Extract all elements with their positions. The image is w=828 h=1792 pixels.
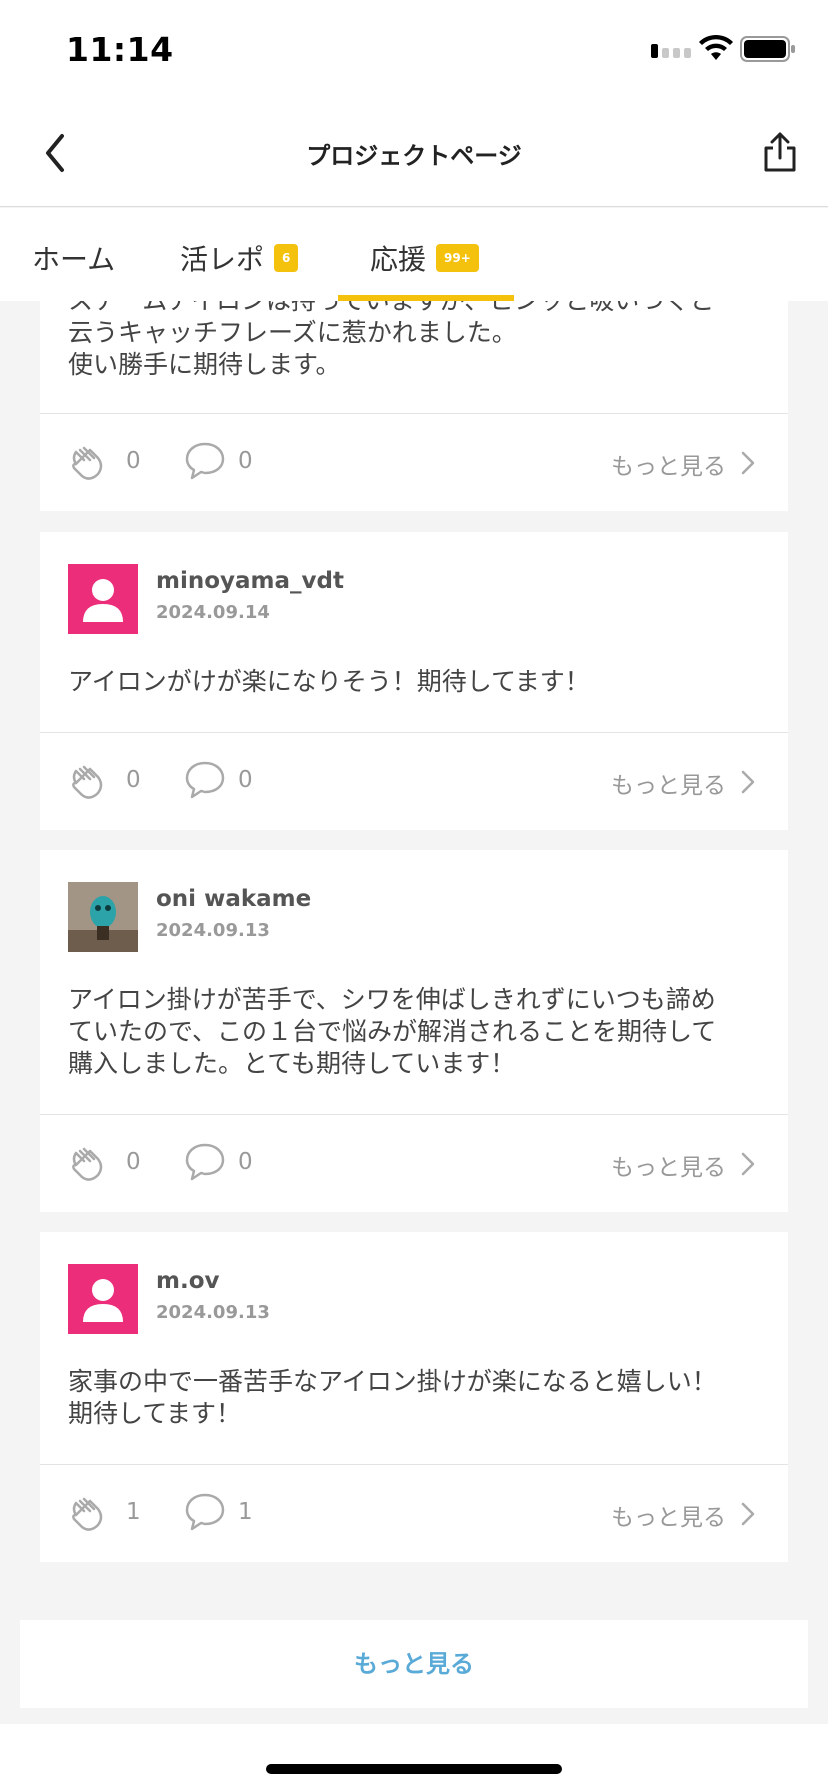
default-user-icon	[83, 1279, 123, 1322]
clap-count: 1	[126, 1499, 141, 1525]
post-date: 2024.09.14	[156, 602, 270, 623]
avatar[interactable]	[68, 1264, 138, 1334]
share-icon[interactable]	[760, 130, 800, 174]
default-user-icon	[83, 579, 123, 622]
card-actions: 0 0 もっと見る	[40, 732, 788, 830]
card-actions: 0 0 もっと見る	[40, 1114, 788, 1212]
chevron-right-icon	[741, 1152, 755, 1176]
wifi-icon	[699, 34, 733, 60]
clap-count: 0	[126, 448, 141, 474]
support-card: スチームアイロンは持っていますが、ピンッと吸いつくと 云うキャッチフレーズに惹か…	[40, 301, 788, 511]
tab-reports[interactable]: 活レポ 6	[180, 238, 299, 278]
clap-icon[interactable]	[68, 1493, 108, 1533]
comment-count: 0	[238, 1149, 253, 1175]
tab-bar: ホーム 活レポ 6 応援 99+	[0, 208, 828, 301]
more-link[interactable]: もっと見る	[611, 1148, 726, 1182]
avatar[interactable]	[68, 882, 138, 952]
tab-support-label: 応援	[370, 243, 427, 276]
more-link[interactable]: もっと見る	[611, 1498, 726, 1532]
user-name[interactable]: oni wakame	[156, 886, 311, 912]
post-date: 2024.09.13	[156, 920, 270, 941]
user-photo-icon	[68, 882, 138, 952]
tab-support-badge: 99+	[436, 244, 479, 272]
chevron-right-icon	[741, 1502, 755, 1526]
comment-bubble-icon[interactable]	[184, 760, 226, 800]
support-comment: 家事の中で一番苦手なアイロン掛けが楽になると嬉しい！ 期待してます！	[68, 1367, 717, 1428]
status-time: 11:14	[66, 30, 174, 69]
clap-icon[interactable]	[68, 1143, 108, 1183]
support-comment: アイロン掛けが苦手で、シワを伸ばしきれずにいつも諦め ていたので、この１台で悩み…	[68, 985, 717, 1078]
clap-icon[interactable]	[68, 761, 108, 801]
support-comment: スチームアイロンは持っていますが、ピンッと吸いつくと 云うキャッチフレーズに惹か…	[68, 301, 714, 379]
cellular-signal-icon	[651, 44, 691, 58]
card-author: oni wakame 2024.09.13	[40, 850, 788, 960]
load-more-button[interactable]: もっと見る	[20, 1620, 808, 1708]
support-list[interactable]: スチームアイロンは持っていますが、ピンッと吸いつくと 云うキャッチフレーズに惹か…	[0, 301, 828, 1724]
clap-icon[interactable]	[68, 442, 108, 482]
page-title: プロジェクトページ	[306, 142, 522, 170]
tab-home[interactable]: ホーム	[32, 238, 115, 278]
avatar[interactable]	[68, 564, 138, 634]
home-indicator[interactable]	[266, 1764, 562, 1774]
tab-support[interactable]: 応援 99+	[370, 238, 479, 278]
more-link[interactable]: もっと見る	[611, 447, 726, 481]
comment-count: 0	[238, 767, 253, 793]
navigation-bar: プロジェクトページ	[0, 100, 828, 207]
tab-reports-label: 活レポ	[180, 243, 265, 276]
clap-count: 0	[126, 767, 141, 793]
comment-bubble-icon[interactable]	[184, 441, 226, 481]
comment-bubble-icon[interactable]	[184, 1492, 226, 1532]
clap-count: 0	[126, 1149, 141, 1175]
status-bar: 11:14	[0, 0, 828, 100]
chevron-right-icon	[741, 770, 755, 794]
support-comment: アイロンがけが楽になりそう！期待してます！	[68, 667, 590, 696]
card-actions: 1 1 もっと見る	[40, 1464, 788, 1562]
comment-count: 0	[238, 448, 253, 474]
support-card: m.ov 2024.09.13 家事の中で一番苦手なアイロン掛けが楽になると嬉し…	[40, 1232, 788, 1562]
tab-home-label: ホーム	[32, 243, 116, 276]
battery-icon	[740, 36, 795, 62]
home-indicator-area	[0, 1724, 828, 1792]
post-date: 2024.09.13	[156, 1302, 270, 1323]
comment-count: 1	[238, 1499, 253, 1525]
support-card: oni wakame 2024.09.13 アイロン掛けが苦手で、シワを伸ばしき…	[40, 850, 788, 1212]
chevron-right-icon	[741, 451, 755, 475]
support-card: minoyama_vdt 2024.09.14 アイロンがけが楽になりそう！期待…	[40, 532, 788, 830]
card-actions: 0 0 もっと見る	[40, 413, 788, 511]
user-name[interactable]: minoyama_vdt	[156, 568, 344, 594]
more-link[interactable]: もっと見る	[611, 766, 726, 800]
card-author: m.ov 2024.09.13	[40, 1232, 788, 1342]
card-author: minoyama_vdt 2024.09.14	[40, 532, 788, 642]
comment-bubble-icon[interactable]	[184, 1142, 226, 1182]
tab-reports-badge: 6	[274, 244, 299, 272]
user-name[interactable]: m.ov	[156, 1268, 220, 1294]
